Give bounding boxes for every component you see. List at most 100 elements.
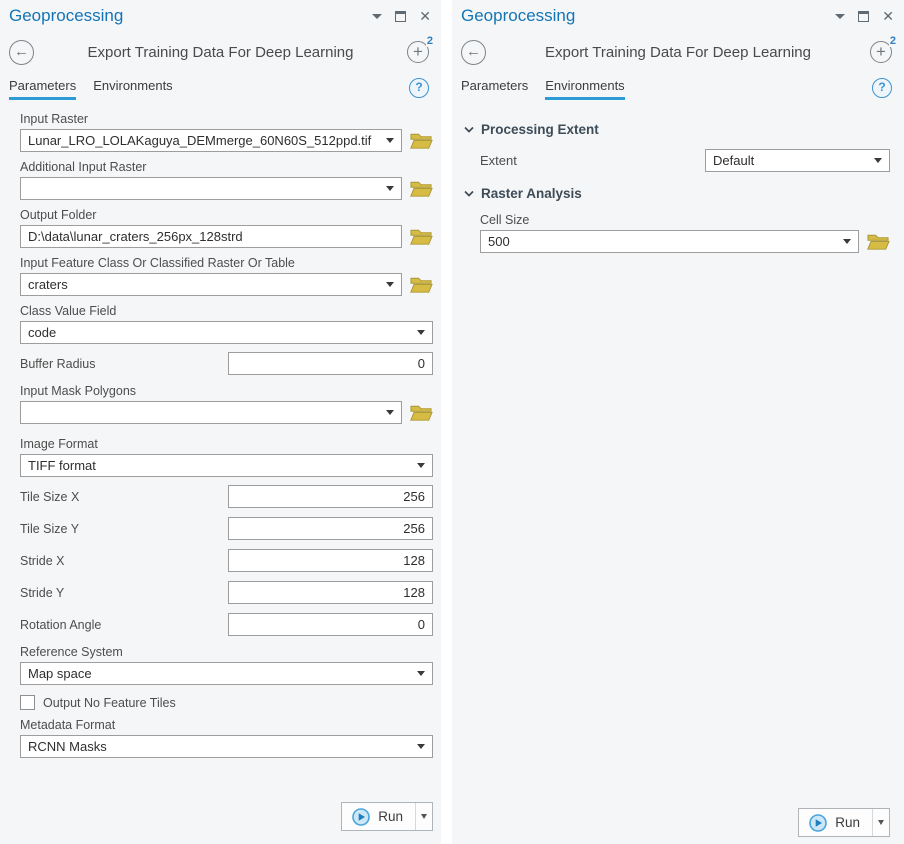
section-processing-extent[interactable]: Processing Extent bbox=[464, 122, 890, 137]
field-tile-size-x: Tile Size X bbox=[20, 485, 433, 508]
reference-system-combobox[interactable]: Map space bbox=[20, 662, 433, 685]
field-stride-y: Stride Y bbox=[20, 581, 433, 604]
field-tile-size-y: Tile Size Y bbox=[20, 517, 433, 540]
chevron-down-icon bbox=[843, 239, 851, 244]
field-additional-input-raster: Additional Input Raster bbox=[20, 160, 433, 200]
field-rotation-angle: Rotation Angle bbox=[20, 613, 433, 636]
processing-extent-body: Extent Default bbox=[464, 149, 890, 172]
back-button[interactable]: ← bbox=[461, 40, 486, 65]
run-label: Run bbox=[835, 815, 860, 830]
field-label: Stride X bbox=[20, 554, 228, 568]
field-reference-system: Reference System Map space bbox=[20, 645, 433, 685]
run-play-icon bbox=[809, 814, 827, 832]
field-label: Metadata Format bbox=[20, 718, 433, 732]
checkbox-label: Output No Feature Tiles bbox=[43, 696, 176, 710]
cell-size-combobox[interactable]: 500 bbox=[480, 230, 859, 253]
geoprocessing-pane-parameters: Geoprocessing ✕ ← Export Training Data F… bbox=[0, 0, 441, 844]
browse-folder-icon[interactable] bbox=[867, 232, 890, 251]
tab-bar: Parameters Environments ? bbox=[452, 75, 904, 100]
metadata-format-combobox[interactable]: RCNN Masks bbox=[20, 735, 433, 758]
pane-titlebar: Geoprocessing ✕ bbox=[452, 0, 904, 28]
help-icon[interactable]: ? bbox=[872, 78, 892, 98]
run-button[interactable]: Run bbox=[341, 802, 433, 831]
pin-dropdown-icon[interactable] bbox=[372, 14, 382, 19]
field-class-value-field: Class Value Field code bbox=[20, 304, 433, 344]
tool-header: ← Export Training Data For Deep Learning… bbox=[0, 28, 441, 75]
restore-window-icon[interactable] bbox=[858, 11, 869, 22]
stride-y-input[interactable] bbox=[228, 581, 433, 604]
browse-folder-icon[interactable] bbox=[410, 131, 433, 150]
raster-analysis-body: Cell Size 500 bbox=[464, 213, 890, 253]
field-label: Image Format bbox=[20, 437, 433, 451]
rotation-angle-input[interactable] bbox=[228, 613, 433, 636]
run-options-button[interactable] bbox=[872, 809, 889, 836]
session-count-badge: 2 bbox=[426, 35, 434, 47]
buffer-radius-input[interactable] bbox=[228, 352, 433, 375]
field-label: Buffer Radius bbox=[20, 357, 228, 371]
tile-size-x-input[interactable] bbox=[228, 485, 433, 508]
pin-dropdown-icon[interactable] bbox=[835, 14, 845, 19]
output-no-feature-tiles-checkbox[interactable] bbox=[20, 695, 35, 710]
section-raster-analysis[interactable]: Raster Analysis bbox=[464, 186, 890, 201]
input-raster-combobox[interactable]: Lunar_LRO_LOLAKaguya_DEMmerge_60N60S_512… bbox=[20, 129, 402, 152]
session-count-badge: 2 bbox=[889, 35, 897, 47]
field-label: Rotation Angle bbox=[20, 618, 228, 632]
tab-environments[interactable]: Environments bbox=[93, 75, 172, 100]
close-icon[interactable]: ✕ bbox=[882, 11, 894, 22]
chevron-down-icon bbox=[421, 814, 427, 819]
chevron-down-icon bbox=[417, 671, 425, 676]
chevron-down-icon bbox=[417, 330, 425, 335]
restore-window-icon[interactable] bbox=[395, 11, 406, 22]
tab-parameters[interactable]: Parameters bbox=[9, 75, 76, 100]
back-button[interactable]: ← bbox=[9, 40, 34, 65]
chevron-down-icon bbox=[386, 138, 394, 143]
run-button[interactable]: Run bbox=[798, 808, 890, 837]
class-value-field-combobox[interactable]: code bbox=[20, 321, 433, 344]
environments-form: Processing Extent Extent Default Raster … bbox=[452, 110, 904, 808]
output-folder-input[interactable]: D:\data\lunar_craters_256px_128strd bbox=[20, 225, 402, 248]
browse-folder-icon[interactable] bbox=[410, 403, 433, 422]
field-label: Input Mask Polygons bbox=[20, 384, 433, 398]
field-input-mask-polygons: Input Mask Polygons bbox=[20, 384, 433, 424]
close-icon[interactable]: ✕ bbox=[419, 11, 431, 22]
field-stride-x: Stride X bbox=[20, 549, 433, 572]
stride-x-input[interactable] bbox=[228, 549, 433, 572]
tab-environments[interactable]: Environments bbox=[545, 75, 624, 100]
run-play-icon bbox=[352, 808, 370, 826]
parameters-form: Input Raster Lunar_LRO_LOLAKaguya_DEMmer… bbox=[0, 110, 441, 802]
section-title: Processing Extent bbox=[481, 122, 599, 137]
help-icon[interactable]: ? bbox=[409, 78, 429, 98]
tab-parameters[interactable]: Parameters bbox=[461, 75, 528, 100]
chevron-down-icon bbox=[417, 744, 425, 749]
run-options-button[interactable] bbox=[415, 803, 432, 830]
extent-combobox[interactable]: Default bbox=[705, 149, 890, 172]
pane-title: Geoprocessing bbox=[9, 6, 372, 26]
field-label: Input Feature Class Or Classified Raster… bbox=[20, 256, 433, 270]
field-extent: Extent Default bbox=[480, 149, 890, 172]
field-metadata-format: Metadata Format RCNN Masks bbox=[20, 718, 433, 758]
field-label: Class Value Field bbox=[20, 304, 433, 318]
pane-titlebar: Geoprocessing ✕ bbox=[0, 0, 441, 28]
tile-size-y-input[interactable] bbox=[228, 517, 433, 540]
back-arrow-icon: ← bbox=[466, 43, 481, 60]
open-tool-session-button[interactable]: + 2 bbox=[870, 41, 894, 65]
tool-header: ← Export Training Data For Deep Learning… bbox=[452, 28, 904, 75]
chevron-down-icon bbox=[874, 158, 882, 163]
chevron-down-icon bbox=[386, 410, 394, 415]
field-label: Stride Y bbox=[20, 586, 228, 600]
browse-folder-icon[interactable] bbox=[410, 179, 433, 198]
input-mask-polygons-combobox[interactable] bbox=[20, 401, 402, 424]
chevron-down-icon bbox=[386, 282, 394, 287]
field-output-folder: Output Folder D:\data\lunar_craters_256p… bbox=[20, 208, 433, 248]
chevron-down-icon bbox=[386, 186, 394, 191]
additional-input-raster-combobox[interactable] bbox=[20, 177, 402, 200]
input-feature-class-combobox[interactable]: craters bbox=[20, 273, 402, 296]
browse-folder-icon[interactable] bbox=[410, 275, 433, 294]
section-title: Raster Analysis bbox=[481, 186, 582, 201]
tab-bar: Parameters Environments ? bbox=[0, 75, 441, 100]
open-tool-session-button[interactable]: + 2 bbox=[407, 41, 431, 65]
image-format-combobox[interactable]: TIFF format bbox=[20, 454, 433, 477]
browse-folder-icon[interactable] bbox=[410, 227, 433, 246]
field-label: Extent bbox=[480, 153, 705, 168]
chevron-down-icon bbox=[878, 820, 884, 825]
